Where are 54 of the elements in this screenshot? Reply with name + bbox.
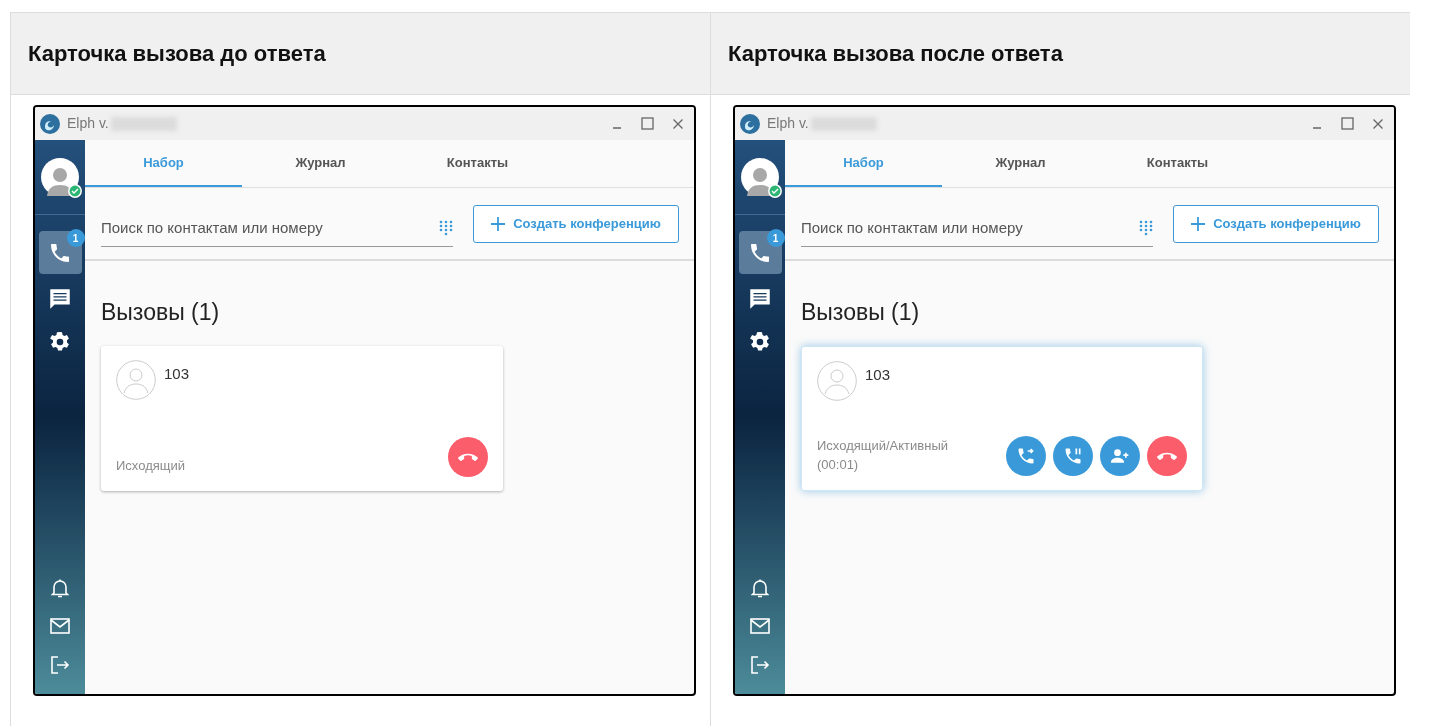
plus-icon xyxy=(1191,216,1206,231)
close-icon[interactable] xyxy=(672,117,684,130)
online-status-icon xyxy=(68,184,82,198)
call-status: (00:01) xyxy=(817,455,860,474)
calls-nav-button[interactable]: 1 xyxy=(738,231,782,274)
badge: 1 xyxy=(66,229,85,247)
tab[interactable]: Журнал xyxy=(942,140,1099,187)
hangup-button[interactable] xyxy=(1147,435,1187,476)
section-title: Вызовы (1) xyxy=(101,298,221,327)
calls-nav-button[interactable]: 1 xyxy=(38,231,82,274)
bell-icon[interactable] xyxy=(751,578,769,598)
logout-icon[interactable] xyxy=(50,656,70,674)
call-status: Исходящий xyxy=(116,456,185,475)
user-avatar[interactable] xyxy=(41,158,79,196)
contact-avatar-icon xyxy=(116,359,156,400)
create-conference-button[interactable]: Создать конференцию xyxy=(1173,204,1379,243)
call-hold-button[interactable] xyxy=(1053,435,1093,476)
dialpad-icon[interactable] xyxy=(439,220,453,236)
table-header-cell: Карточка вызова после ответа xyxy=(711,12,1410,95)
search-field[interactable]: Поиск по контактам или номеру xyxy=(801,216,1139,240)
mail-icon[interactable] xyxy=(50,618,70,634)
close-icon[interactable] xyxy=(1372,117,1384,130)
tab[interactable]: Контакты xyxy=(399,140,556,187)
plus-icon xyxy=(491,216,506,231)
call-transfer-button[interactable] xyxy=(1006,435,1046,476)
caller-number: 103 xyxy=(865,364,891,385)
logo-icon xyxy=(739,112,761,135)
dialpad-icon[interactable] xyxy=(1139,220,1153,236)
call-status: Исходящий/Активный xyxy=(817,436,948,455)
window-title: Elph v. xyxy=(767,114,809,133)
maximize-icon[interactable] xyxy=(641,117,654,130)
add-participant-button[interactable] xyxy=(1100,435,1140,476)
bell-icon[interactable] xyxy=(51,578,69,598)
table-header-cell: Карточка вызова до ответа xyxy=(11,12,710,95)
hangup-button[interactable] xyxy=(448,436,488,477)
tab[interactable]: Набор xyxy=(85,140,242,187)
tab[interactable]: Журнал xyxy=(242,140,399,187)
caller-number: 103 xyxy=(164,363,190,384)
online-status-icon xyxy=(768,184,782,198)
user-avatar[interactable] xyxy=(741,158,779,196)
window-title: Elph v. xyxy=(67,114,109,133)
settings-icon[interactable] xyxy=(48,330,72,354)
tab[interactable]: Контакты xyxy=(1099,140,1256,187)
maximize-icon[interactable] xyxy=(1341,117,1354,130)
section-title: Вызовы (1) xyxy=(801,298,921,327)
tab[interactable]: Набор xyxy=(785,140,942,187)
logout-icon[interactable] xyxy=(750,656,770,674)
contact-avatar-icon xyxy=(817,360,857,401)
mail-icon[interactable] xyxy=(750,618,770,634)
logo-icon xyxy=(39,112,61,135)
create-conference-button[interactable]: Создать конференцию xyxy=(473,204,679,243)
badge: 1 xyxy=(766,229,785,247)
search-field[interactable]: Поиск по контактам или номеру xyxy=(101,216,439,240)
settings-icon[interactable] xyxy=(748,330,772,354)
